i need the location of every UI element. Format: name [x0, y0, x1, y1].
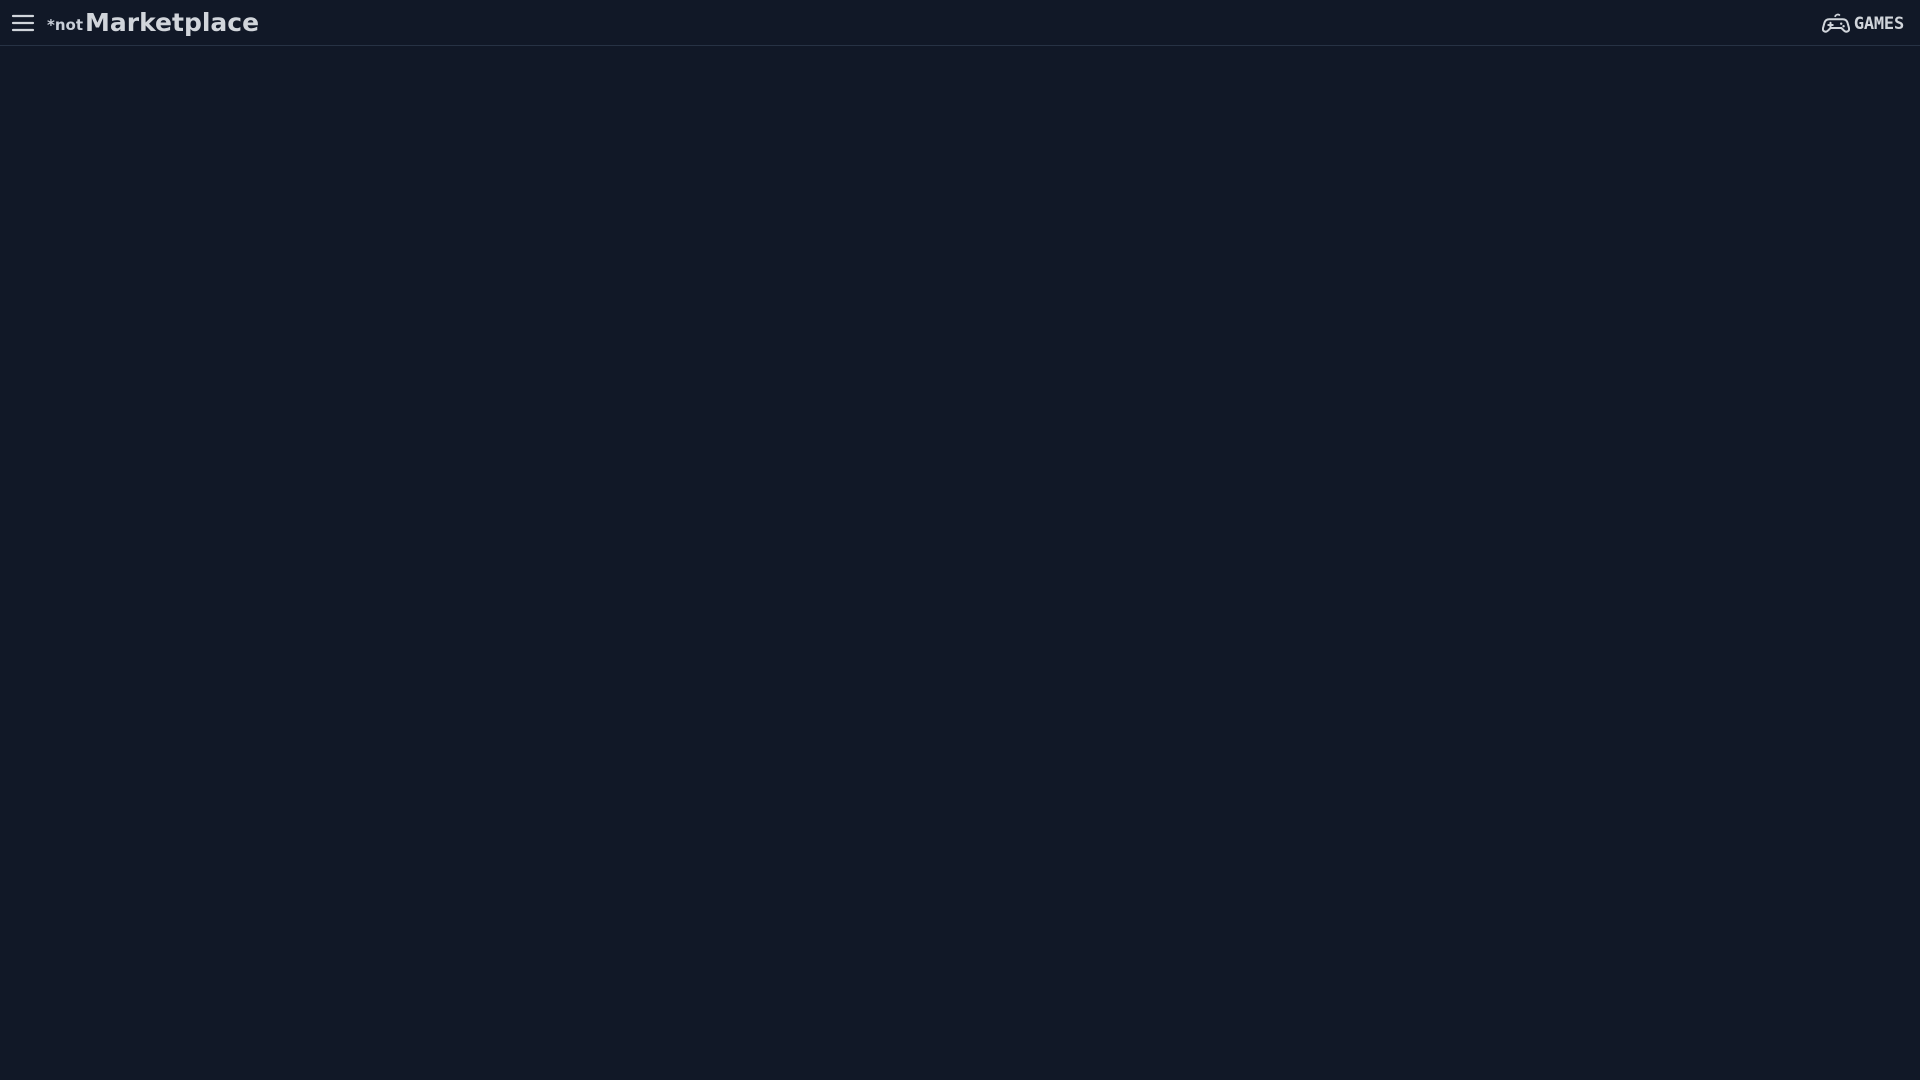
top-navigation-bar: *not Marketplace GAMES [0, 0, 1920, 46]
games-label: GAMES [1853, 14, 1904, 34]
games-link[interactable]: GAMES [1821, 11, 1904, 37]
menu-button[interactable] [8, 9, 38, 37]
brand-prefix: *not [47, 16, 83, 34]
brand-title: Marketplace [85, 8, 260, 37]
brand-logo-link[interactable]: *not Marketplace [47, 8, 259, 37]
main-content-area [0, 47, 1920, 1080]
gamepad-icon [1821, 13, 1850, 33]
hamburger-icon [11, 14, 35, 32]
